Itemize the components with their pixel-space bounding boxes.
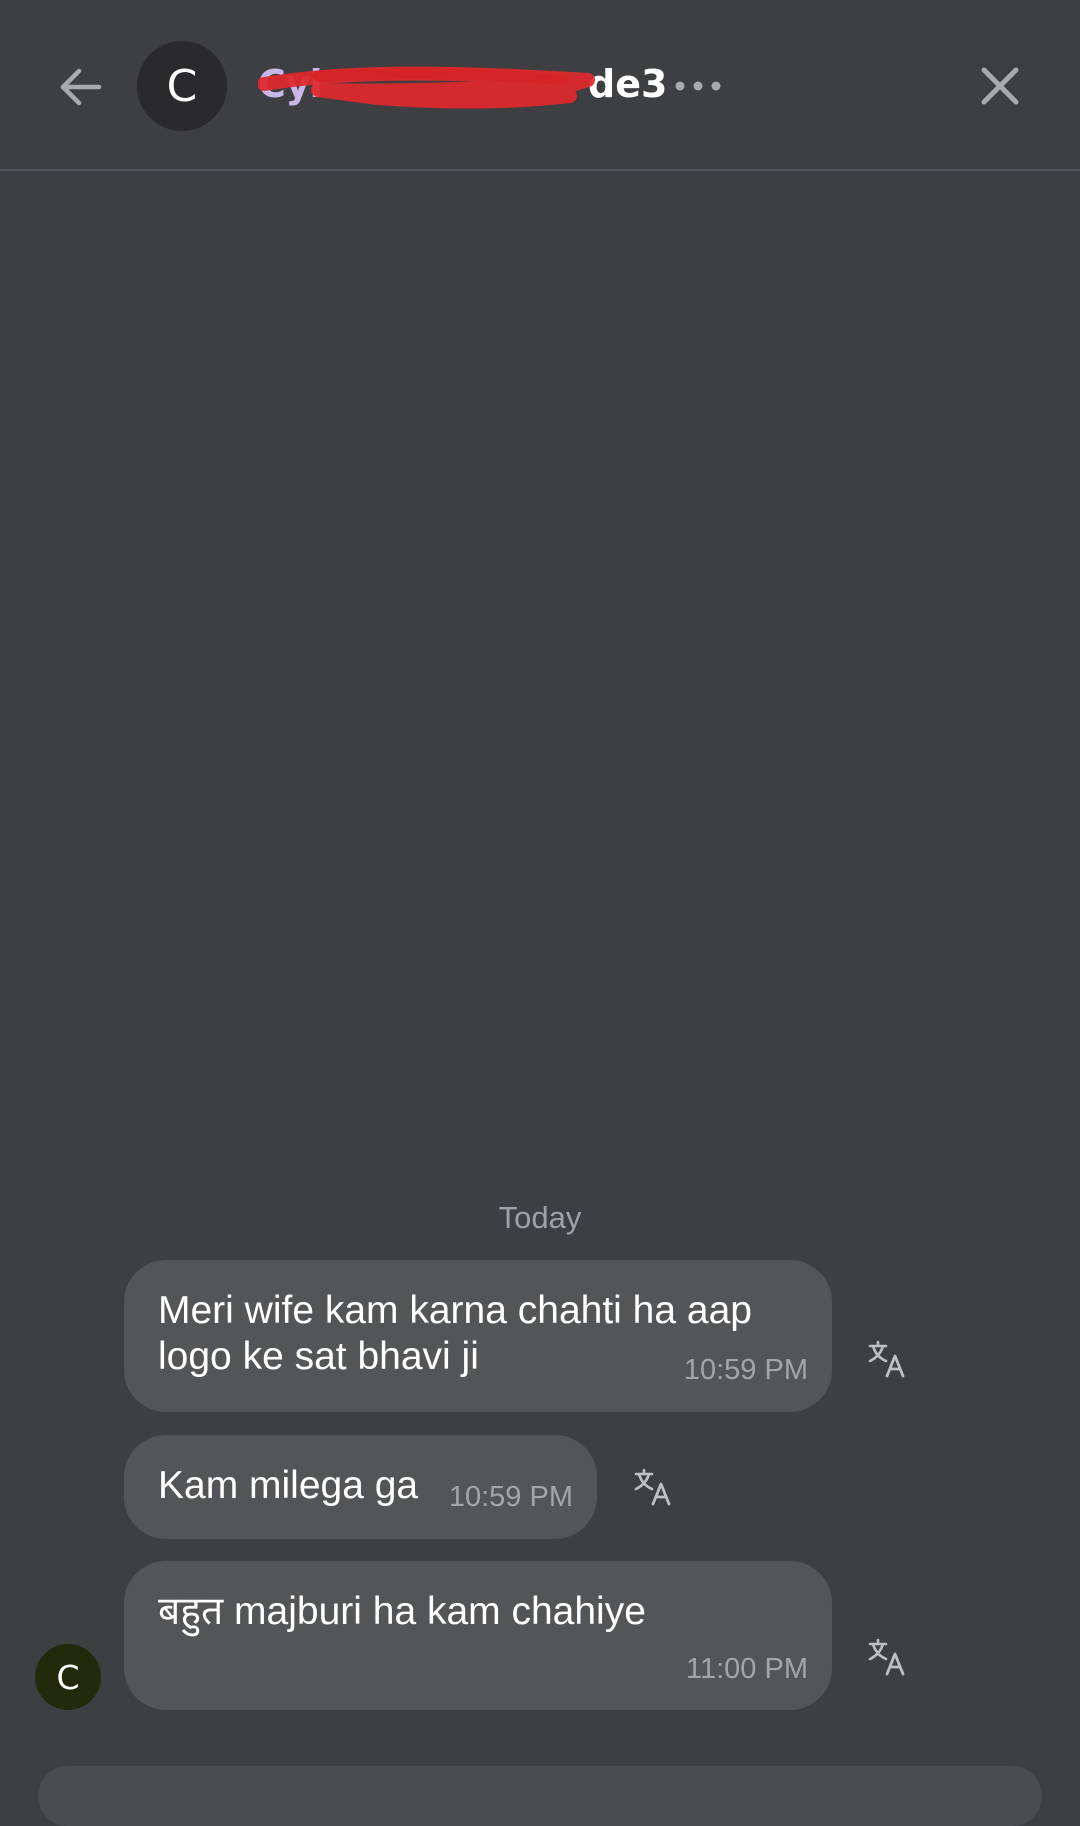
arrow-left-icon [60, 68, 102, 106]
message-text: Kam milega ga [158, 1464, 419, 1507]
contact-avatar[interactable]: C [137, 41, 227, 131]
message-composer[interactable] [38, 1766, 1042, 1826]
back-button[interactable] [50, 56, 112, 118]
message-bubble[interactable]: Kam milega ga 10:59 PM [124, 1435, 597, 1539]
more-options-button[interactable] [670, 64, 726, 108]
message-time: 10:59 PM [683, 1354, 808, 1386]
translate-icon [868, 1638, 905, 1676]
close-button[interactable] [970, 56, 1030, 116]
contact-name-visible-end: de3 [588, 62, 668, 106]
message-text: बहुत majburi ha kam chahiye [158, 1590, 646, 1633]
sender-avatar[interactable]: C [35, 1644, 101, 1710]
contact-name[interactable]: Cyi de3 [258, 58, 667, 114]
translate-button[interactable] [860, 1332, 914, 1386]
contact-avatar-letter: C [166, 60, 198, 112]
chat-header: C Cyi de3 [0, 0, 1080, 171]
more-horizontal-icon [675, 81, 721, 91]
message-time: 10:59 PM [448, 1481, 573, 1513]
contact-name-redacted-part: Cyi [258, 62, 323, 106]
message-bubble[interactable]: Meri wife kam karna chahti ha aap logo k… [124, 1260, 832, 1412]
translate-button[interactable] [626, 1460, 680, 1514]
translate-icon [634, 1468, 671, 1506]
date-separator: Today [498, 1200, 582, 1235]
sender-avatar-letter: C [56, 1657, 80, 1697]
translate-button[interactable] [860, 1630, 914, 1684]
message-time: 11:00 PM [686, 1653, 808, 1685]
message-bubble[interactable]: बहुत majburi ha kam chahiye 11:00 PM [124, 1561, 832, 1710]
translate-icon [868, 1340, 905, 1378]
close-icon [981, 67, 1019, 105]
